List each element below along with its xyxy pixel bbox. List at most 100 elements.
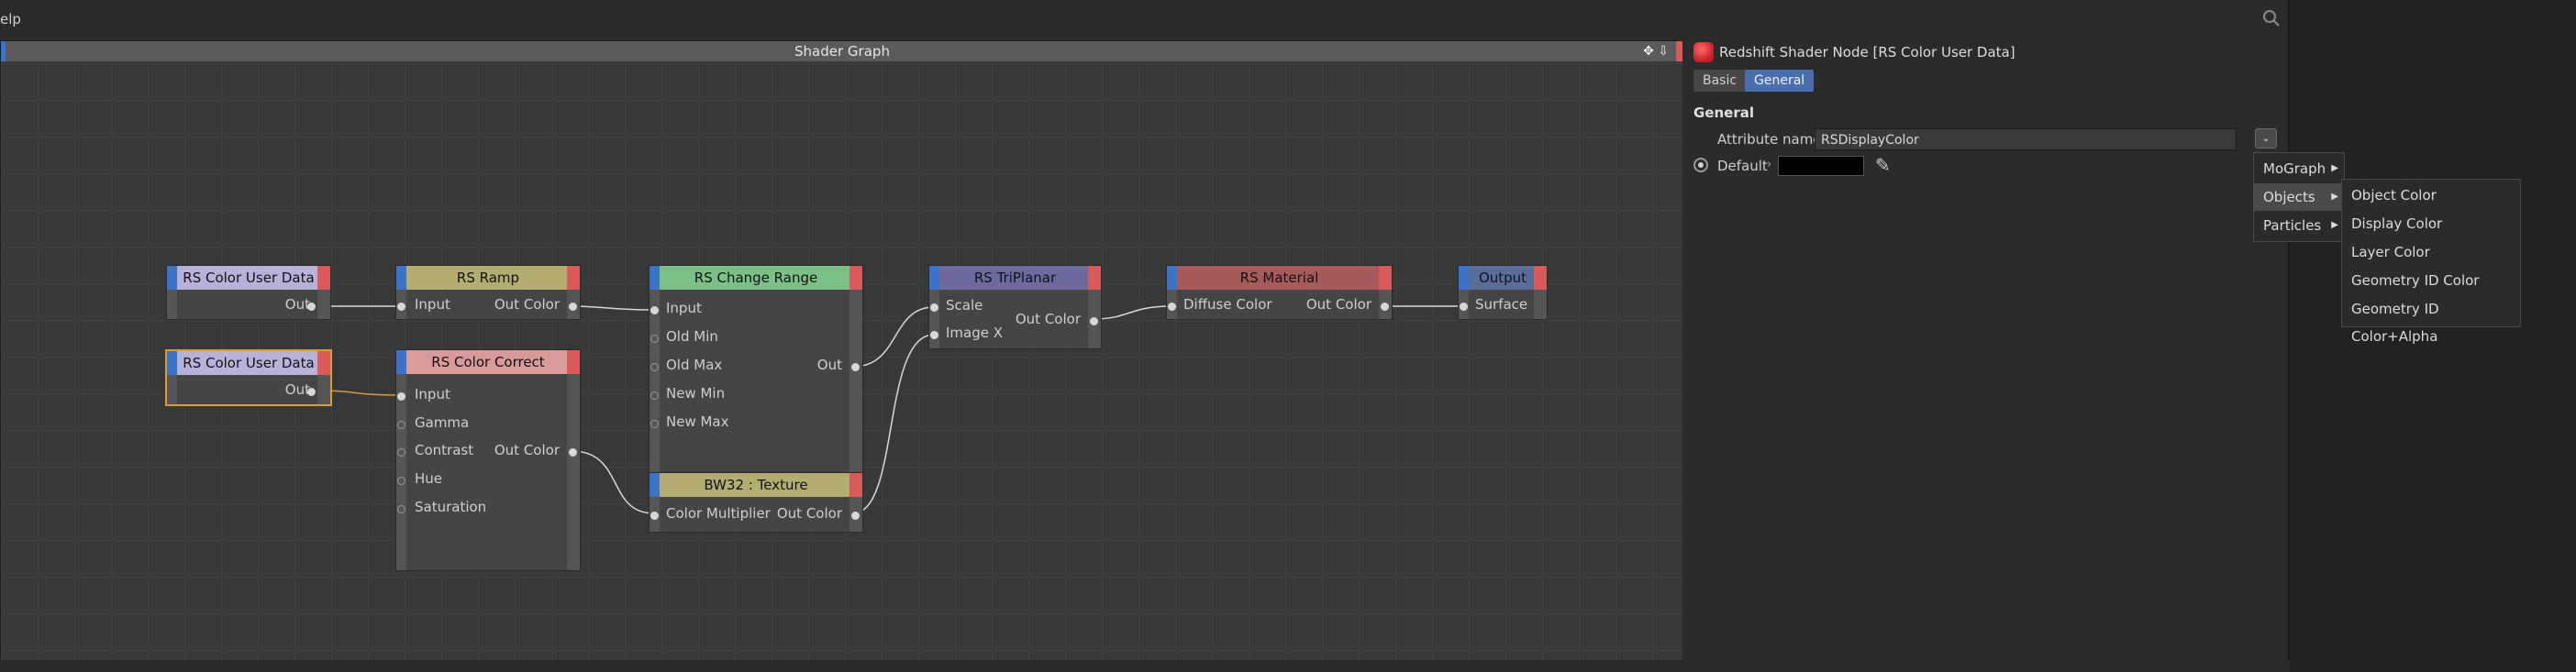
node-title: Output [1478, 270, 1527, 286]
port-in-dot[interactable] [397, 392, 405, 401]
chevron-right-icon[interactable]: › [1767, 158, 1771, 171]
port-input-label: Input [666, 300, 702, 316]
node-rs-material[interactable]: RS Material Diffuse Color Out Color [1166, 265, 1393, 320]
wire-ramp-chr [571, 305, 655, 311]
tab-basic[interactable]: Basic [1693, 70, 1747, 92]
port-out-label: Out [284, 381, 310, 398]
port-imagex-label: Image X [946, 325, 1004, 341]
default-color-swatch[interactable] [1778, 156, 1864, 176]
port-out-dot[interactable] [569, 303, 577, 311]
port-out-dot[interactable] [1090, 317, 1098, 325]
port-out-label: Out Color [494, 296, 560, 313]
port-in-dot[interactable] [650, 363, 659, 371]
node-rs-ramp[interactable]: RS Ramp Input Out Color [395, 265, 581, 320]
port-in-dot[interactable] [650, 335, 659, 343]
submenu-item-geometry-id-color[interactable]: Geometry ID Color [2342, 267, 2520, 294]
node-rs-color-user-data-2[interactable]: RS Color User Data Out [165, 349, 332, 406]
node-title: RS Color User Data [183, 355, 315, 371]
port-in-dot[interactable] [1168, 303, 1176, 311]
port-out-dot[interactable] [569, 448, 577, 457]
menu-item-objects[interactable]: Objects ▶ [2254, 183, 2344, 211]
node-output[interactable]: Output Surface [1458, 265, 1548, 320]
wire-cc-bw [571, 450, 655, 514]
wire-tri-mat [1093, 305, 1171, 320]
shader-graph-panel[interactable]: Shader Graph ✥ ⇩ RS Color User Data Out … [0, 40, 1684, 662]
node-header: RS Material [1167, 266, 1392, 290]
port-contrast-label: Contrast [415, 442, 474, 458]
port-in-dot[interactable] [930, 331, 938, 339]
node-rs-change-range[interactable]: RS Change Range Input Old Min Old Max Ne… [649, 265, 863, 487]
port-oldmin-label: Old Min [666, 328, 718, 345]
submenu-item-display-color[interactable]: Display Color [2342, 210, 2520, 237]
submenu-item-layer-color[interactable]: Layer Color [2342, 238, 2520, 266]
port-newmax-label: New Max [666, 413, 729, 430]
port-out-label: Out Color [1015, 311, 1081, 327]
port-input-label: Input [415, 386, 450, 402]
port-out-dot[interactable] [1381, 303, 1389, 311]
port-out-label: Out Color [494, 442, 560, 458]
node-title: RS Material [1239, 270, 1319, 286]
port-in-dot[interactable] [397, 448, 405, 457]
attribute-dropdown-menu: MoGraph ▶ Objects ▶ Particles ▶ [2253, 152, 2345, 242]
node-rs-triplanar[interactable]: RS TriPlanar Scale Image X Out Color [928, 265, 1102, 349]
port-in-dot[interactable] [397, 505, 405, 513]
port-out-label: Out [816, 357, 842, 373]
default-label: Default [1717, 158, 1768, 174]
chevron-right-icon: ▶ [2331, 163, 2338, 173]
submenu-item-geometry-id-color-alpha[interactable]: Geometry ID Color+Alpha [2342, 295, 2520, 345]
section-general-heading: General [1693, 105, 1754, 121]
port-saturation-label: Saturation [415, 499, 487, 515]
panel-divider [2288, 0, 2290, 672]
port-in-dot[interactable] [650, 391, 659, 400]
node-header: RS Color User Data [167, 351, 330, 375]
port-out-dot[interactable] [851, 512, 860, 520]
node-header: RS Color Correct [396, 350, 580, 374]
port-out-dot[interactable] [307, 303, 316, 311]
eyedropper-icon[interactable]: ✎ [1875, 154, 1891, 176]
node-title: RS Color User Data [183, 270, 315, 286]
port-oldmax-label: Old Max [666, 357, 723, 373]
node-bw32-texture[interactable]: BW32 : Texture Color Multiplier Out Colo… [649, 472, 863, 533]
port-out-label: Out [284, 296, 310, 313]
port-hue-label: Hue [415, 470, 443, 487]
tab-general[interactable]: General [1745, 70, 1815, 92]
help-menu[interactable]: elp [0, 11, 21, 28]
node-header: RS Color User Data [167, 266, 330, 290]
node-title: RS Ramp [456, 270, 520, 286]
node-rs-color-user-data-1[interactable]: RS Color User Data Out [166, 265, 331, 320]
port-in-label: Diffuse Color [1183, 296, 1272, 313]
port-in-dot[interactable] [1460, 303, 1468, 311]
submenu-item-object-color[interactable]: Object Color [2342, 182, 2520, 209]
menu-item-particles[interactable]: Particles ▶ [2254, 212, 2344, 239]
port-out-label: Out Color [776, 505, 842, 522]
default-radio[interactable] [1693, 158, 1708, 172]
chevron-down-icon[interactable]: ⌄ [2255, 128, 2277, 149]
node-header: RS Change Range [650, 266, 862, 290]
attribute-name-input[interactable]: RSDisplayColor [1815, 128, 2237, 150]
attribute-panel: Redshift Shader Node [RS Color User Data… [1682, 40, 2288, 660]
port-in-dot[interactable] [930, 303, 938, 312]
search-icon[interactable] [2262, 9, 2281, 28]
attribute-name-label: Attribute name [1717, 131, 1822, 148]
port-in-dot[interactable] [650, 420, 659, 428]
port-in-label: Input [415, 296, 450, 313]
chevron-right-icon: ▶ [2331, 220, 2338, 230]
menu-item-mograph[interactable]: MoGraph ▶ [2254, 155, 2344, 182]
port-in-label: Color Multiplier [666, 505, 771, 522]
port-in-dot[interactable] [650, 512, 659, 520]
port-out-dot[interactable] [851, 363, 860, 371]
redshift-logo-icon [1693, 42, 1714, 62]
node-header: RS TriPlanar [929, 266, 1101, 290]
node-title: RS Change Range [694, 270, 818, 286]
port-in-dot[interactable] [397, 421, 405, 429]
port-in-dot[interactable] [397, 303, 405, 311]
port-in-dot[interactable] [397, 477, 405, 485]
status-strip [0, 660, 2290, 672]
top-menu-bar: elp [0, 0, 2290, 41]
attribute-panel-title: Redshift Shader Node [RS Color User Data… [1719, 44, 2015, 61]
node-rs-color-correct[interactable]: RS Color Correct Input Gamma Contrast Hu… [395, 349, 581, 571]
node-title: RS Color Correct [431, 354, 545, 370]
port-in-dot[interactable] [650, 306, 659, 314]
objects-submenu: Object Color Display Color Layer Color G… [2341, 179, 2521, 345]
port-out-dot[interactable] [307, 388, 316, 396]
